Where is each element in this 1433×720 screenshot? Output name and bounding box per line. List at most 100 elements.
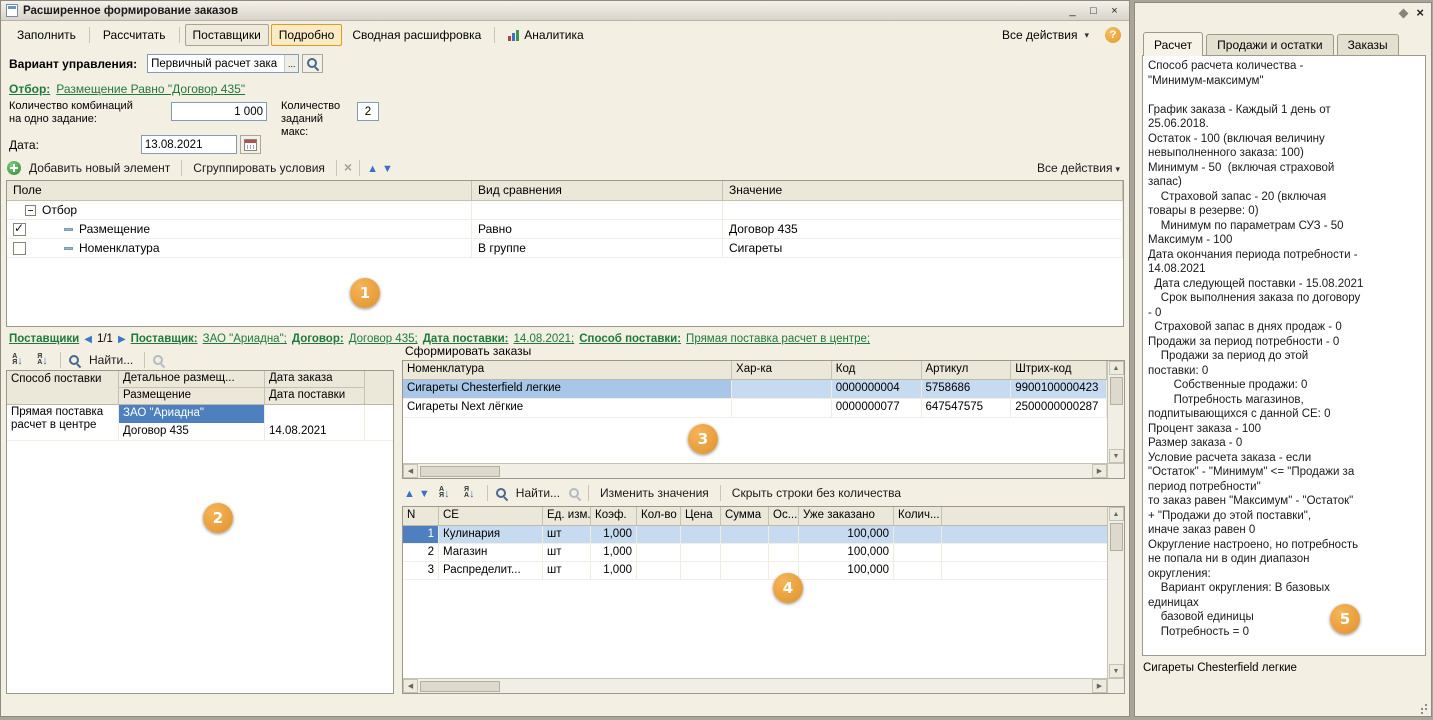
minimize-button[interactable]: _ — [1063, 3, 1082, 18]
supplier-value-link[interactable]: ЗАО "Ариадна"; — [203, 333, 287, 345]
column-header-se[interactable]: СЕ — [439, 507, 543, 525]
suppliers-link[interactable]: Поставщики — [9, 333, 79, 345]
column-header-code[interactable]: Код — [832, 361, 922, 379]
pin-icon[interactable] — [1399, 8, 1409, 18]
article-cell[interactable]: 5758686 — [922, 380, 1012, 398]
column-header-delivery-method[interactable]: Способ поставки — [7, 371, 119, 404]
column-header-ordered[interactable]: Уже заказано — [799, 507, 894, 525]
filter-all-actions-button[interactable]: Все действия — [1033, 159, 1124, 177]
delivery-method-cell[interactable]: Прямая поставка расчет в центре — [7, 405, 119, 440]
filter-row-nomenclature[interactable]: Номенклатура В группе Сигареты — [7, 239, 1123, 258]
tab-sales-and-stock[interactable]: Продажи и остатки — [1206, 34, 1333, 56]
delivery-method-value-link[interactable]: Прямая поставка расчет в центре; — [686, 333, 870, 345]
code-cell[interactable]: 0000000004 — [832, 380, 922, 398]
next-supplier-icon[interactable] — [118, 333, 126, 345]
open-search-button[interactable] — [302, 54, 323, 73]
find-button[interactable]: Найти... — [85, 351, 137, 369]
nomenclature-cell[interactable]: Сигареты Chesterfield легкие — [403, 380, 732, 398]
management-variant-input[interactable] — [148, 55, 284, 72]
se-cell[interactable]: Распределит... — [439, 562, 543, 579]
scrollbar-thumb[interactable] — [1110, 523, 1123, 551]
clear-search-icon[interactable] — [152, 354, 165, 367]
scroll-right-icon[interactable] — [1092, 679, 1107, 693]
sort-ascending-icon[interactable] — [7, 352, 28, 368]
column-header-nomenclature[interactable]: Номенклатура — [403, 361, 732, 379]
hide-empty-rows-button[interactable]: Скрыть строки без количества — [728, 484, 905, 502]
filter-link-value[interactable]: Размещение Равно "Договор 435" — [56, 82, 245, 96]
move-up-icon[interactable] — [367, 159, 378, 177]
price-cell[interactable] — [681, 526, 721, 543]
filter-row-placement[interactable]: Размещение Равно Договор 435 — [7, 220, 1123, 239]
supplier-row[interactable]: Прямая поставка расчет в центре ЗАО "Ари… — [7, 405, 393, 441]
column-header-unit[interactable]: Ед. изм. — [543, 507, 591, 525]
row-checkbox[interactable] — [13, 223, 26, 236]
close-button[interactable]: × — [1105, 3, 1124, 18]
tab-orders[interactable]: Заказы — [1337, 34, 1399, 56]
qty-cell[interactable] — [637, 562, 681, 579]
se-cell[interactable]: Магазин — [439, 544, 543, 561]
nomenclature-cell[interactable]: Сигареты Next лёгкие — [403, 399, 732, 417]
quantity-row[interactable]: 2 Магазин шт 1,000 100,000 — [403, 544, 1107, 562]
column-header-barcode[interactable]: Штрих-код — [1011, 361, 1107, 379]
scroll-down-icon[interactable] — [1109, 449, 1124, 463]
tab-calculation[interactable]: Расчет — [1143, 32, 1203, 56]
scroll-left-icon[interactable] — [403, 464, 418, 478]
unit-cell[interactable]: шт — [543, 544, 591, 561]
move-down-icon[interactable] — [382, 159, 393, 177]
sum-cell[interactable] — [721, 544, 769, 561]
barcode-cell[interactable]: 9900100000423 — [1011, 380, 1107, 398]
calculate-button[interactable]: Рассчитать — [95, 24, 174, 46]
group-conditions-button[interactable]: Сгруппировать условия — [189, 159, 329, 177]
scroll-right-icon[interactable] — [1092, 464, 1107, 478]
quantity-cell[interactable] — [894, 544, 942, 561]
tasks-max-input[interactable] — [358, 103, 378, 120]
placement-cell[interactable]: Договор 435 — [119, 423, 264, 440]
date-input[interactable] — [142, 136, 236, 153]
quantity-row[interactable]: 1 Кулинария шт 1,000 100,000 — [403, 526, 1107, 544]
column-header-placement[interactable]: Размещение — [119, 388, 264, 405]
qty-cell[interactable] — [637, 544, 681, 561]
analytics-button[interactable]: Аналитика — [500, 24, 591, 46]
row-checkbox[interactable] — [13, 242, 26, 255]
characteristic-cell[interactable] — [732, 380, 832, 398]
n-cell[interactable]: 3 — [403, 562, 439, 579]
sum-cell[interactable] — [721, 526, 769, 543]
n-cell[interactable]: 2 — [403, 544, 439, 561]
scroll-down-icon[interactable] — [1109, 664, 1124, 678]
column-header-order-date[interactable]: Дата заказа — [265, 371, 364, 388]
fill-button[interactable]: Заполнить — [9, 24, 84, 46]
order-row[interactable]: Сигареты Chesterfield легкие 0000000004 … — [403, 380, 1107, 399]
collapse-icon[interactable] — [25, 205, 36, 216]
column-header-quantity[interactable]: Колич... — [894, 507, 942, 525]
change-values-button[interactable]: Изменить значения — [596, 484, 713, 502]
n-cell[interactable]: 1 — [403, 526, 439, 543]
barcode-cell[interactable]: 2500000000287 — [1011, 399, 1107, 417]
scroll-left-icon[interactable] — [403, 679, 418, 693]
delivery-date-cell[interactable]: 14.08.2021 — [265, 423, 364, 440]
scroll-up-icon[interactable] — [1109, 507, 1124, 521]
column-header-rest[interactable]: Ос... — [769, 507, 799, 525]
choose-button[interactable]: ... — [284, 55, 298, 72]
move-down-icon[interactable] — [419, 484, 430, 502]
scroll-up-icon[interactable] — [1109, 361, 1124, 375]
sort-ascending-icon[interactable] — [434, 485, 455, 501]
code-cell[interactable]: 0000000077 — [832, 399, 922, 417]
coef-cell[interactable]: 1,000 — [591, 562, 637, 579]
column-header-characteristic[interactable]: Хар-ка — [732, 361, 832, 379]
unit-cell[interactable]: шт — [543, 562, 591, 579]
sort-descending-icon[interactable] — [32, 352, 53, 368]
add-element-button[interactable]: Добавить новый элемент — [25, 159, 174, 177]
coef-cell[interactable]: 1,000 — [591, 544, 637, 561]
qty-cell[interactable] — [637, 526, 681, 543]
column-header-qty[interactable]: Кол-во — [637, 507, 681, 525]
scrollbar-thumb[interactable] — [1110, 377, 1123, 405]
sum-cell[interactable] — [721, 562, 769, 579]
combinations-input[interactable] — [172, 103, 266, 120]
details-toggle-button[interactable]: Подробно — [271, 24, 343, 46]
column-header-coef[interactable]: Коэф. — [591, 507, 637, 525]
rest-cell[interactable] — [769, 526, 799, 543]
unit-cell[interactable]: шт — [543, 526, 591, 543]
prev-supplier-icon[interactable] — [84, 333, 92, 345]
rest-cell[interactable] — [769, 544, 799, 561]
delete-icon[interactable] — [344, 159, 352, 177]
